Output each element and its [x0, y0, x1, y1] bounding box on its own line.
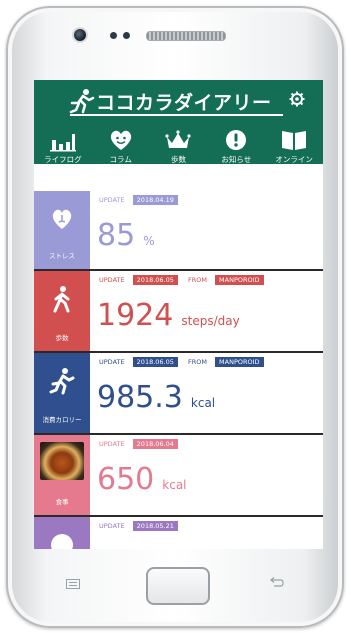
food-photo	[40, 442, 84, 480]
stress-value: 85%	[97, 218, 155, 253]
walking-person-icon	[53, 286, 70, 313]
nav-label: ライフログ	[44, 155, 82, 164]
exclamation-icon	[226, 130, 247, 150]
app-title: ココカラダイアリー	[96, 92, 272, 114]
main-nav: ライフログ コラム 歩数 ランキング お知らせ オンライン 医療事典	[34, 128, 323, 182]
update-date: 2018.04.19	[132, 195, 178, 205]
update-label: UPDATE	[99, 196, 125, 204]
card-meta: UPDATE 2018.06.05 FROM MANPOROID	[99, 275, 272, 285]
nav-label: お知らせ	[221, 155, 252, 164]
info-icon	[51, 534, 73, 549]
meal-card[interactable]: 食事 UPDATE 2018.06.04 650 kcal	[34, 435, 323, 517]
front-camera	[72, 27, 88, 43]
nav-column[interactable]: コラム	[92, 128, 150, 182]
nav-label: オンライン 医療事典	[275, 155, 313, 173]
crown-icon	[165, 130, 192, 148]
tile-label: 食事	[55, 498, 69, 506]
next-tile	[34, 517, 90, 549]
book-icon	[282, 131, 307, 150]
nav-lifelog[interactable]: ライフログ	[34, 128, 92, 182]
steps-value: 1924 steps/day	[97, 298, 240, 333]
update-date: 2018.06.05	[132, 357, 178, 367]
value-unit: kcal	[162, 478, 187, 492]
source-badge: MANPOROID	[215, 357, 264, 367]
update-date: 2018.06.05	[132, 275, 178, 285]
runner-logo-icon	[69, 89, 95, 114]
from-label: FROM	[187, 358, 207, 366]
card-meta: UPDATE 2018.06.05 FROM MANPOROID	[99, 357, 272, 367]
value-number: 1924	[97, 298, 174, 333]
update-label: UPDATE	[99, 522, 125, 530]
heart-face-icon	[110, 130, 131, 150]
nav-label: コラム	[109, 155, 132, 164]
update-label: UPDATE	[99, 276, 125, 284]
heart-stethoscope-icon	[52, 209, 72, 229]
next-card[interactable]: UPDATE 2018.05.21	[34, 517, 323, 549]
value-unit: steps/day	[181, 314, 240, 328]
card-meta: UPDATE 2018.04.19	[99, 195, 186, 205]
sensor	[123, 32, 130, 39]
meal-tile: 食事	[34, 435, 90, 515]
nav-label: 歩数 ランキング	[159, 155, 198, 173]
update-date: 2018.06.04	[132, 439, 178, 449]
tile-label: 消費カロリー	[42, 416, 82, 424]
value-number: 650	[97, 462, 155, 497]
tile-label: ストレス	[49, 252, 75, 260]
update-date: 2018.05.21	[132, 521, 178, 531]
health-card-list: ストレス UPDATE 2018.04.19 85% 歩数 UPDATE 201	[34, 191, 323, 549]
steps-tile: 歩数	[34, 271, 90, 351]
sensor	[110, 32, 117, 39]
earpiece-speaker	[146, 31, 226, 41]
source-badge: MANPOROID	[215, 275, 264, 285]
steps-card[interactable]: 歩数 UPDATE 2018.06.05 FROM MANPOROID 1924…	[34, 271, 323, 353]
from-label: FROM	[187, 276, 207, 284]
value-unit: kcal	[190, 396, 216, 410]
gear-icon[interactable]	[289, 91, 305, 107]
nav-notices[interactable]: お知らせ	[207, 128, 265, 182]
back-key-icon[interactable]	[268, 577, 284, 589]
title-underline	[70, 114, 283, 116]
menu-key-icon[interactable]	[66, 579, 80, 589]
stress-tile: ストレス	[34, 191, 90, 269]
stress-card[interactable]: ストレス UPDATE 2018.04.19 85%	[34, 191, 323, 271]
nav-medical-dictionary[interactable]: オンライン 医療事典	[265, 128, 323, 182]
calories-tile: 消費カロリー	[34, 353, 90, 433]
value-number: 85	[97, 218, 136, 253]
title-row: ココカラダイアリー	[34, 80, 323, 120]
update-label: UPDATE	[99, 440, 125, 448]
app-header: ココカラダイアリー ライフログ コラム 歩数 ランキング お知らせ オンライン …	[34, 80, 323, 173]
tile-label: 歩数	[55, 334, 69, 342]
running-person-icon	[49, 368, 75, 395]
value-unit: %	[143, 234, 155, 248]
value-number: 985.3	[97, 380, 183, 415]
bar-chart-icon	[49, 134, 76, 152]
card-meta: UPDATE 2018.05.21	[99, 521, 186, 531]
card-meta: UPDATE 2018.06.04	[99, 439, 186, 449]
calories-burned-card[interactable]: 消費カロリー UPDATE 2018.06.05 FROM MANPOROID …	[34, 353, 323, 435]
meal-value: 650 kcal	[97, 462, 187, 497]
app-screen: ココカラダイアリー ライフログ コラム 歩数 ランキング お知らせ オンライン …	[34, 80, 323, 549]
home-button[interactable]	[146, 567, 210, 605]
calories-value: 985.3 kcal	[97, 380, 215, 415]
update-label: UPDATE	[99, 358, 125, 366]
nav-steps-ranking[interactable]: 歩数 ランキング	[150, 128, 208, 182]
